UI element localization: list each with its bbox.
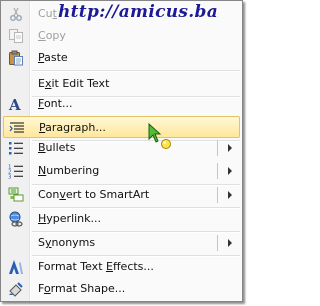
menu-separator	[32, 70, 240, 72]
hyperlink-icon	[8, 211, 24, 227]
menu-item-label: Hyperlink...	[38, 212, 102, 225]
menu-item-format-shape[interactable]: Format Shape...	[3, 278, 240, 300]
smartart-icon	[8, 187, 24, 203]
submenu-arrow-icon[interactable]	[228, 239, 232, 247]
bullets-icon	[8, 140, 24, 156]
menu-item-format-text-effects[interactable]: Format Text Effects...	[3, 256, 240, 278]
menu-item-hyperlink[interactable]: Hyperlink...	[3, 208, 240, 230]
mouse-pointer-icon	[146, 122, 176, 150]
paragraph-icon	[9, 120, 25, 136]
text-effects-icon	[8, 259, 24, 275]
menu-item-label: Cut	[38, 7, 57, 20]
copy-icon	[8, 28, 24, 44]
menu-item-label: Exit Edit Text	[38, 77, 110, 90]
submenu-arrow-icon[interactable]	[228, 191, 232, 199]
menu-item-label: Paragraph...	[39, 121, 106, 134]
submenu-divider	[217, 163, 218, 179]
menu-item-label: Font...	[38, 97, 73, 110]
menu-item-label: Copy	[38, 29, 66, 42]
menu-item-paragraph[interactable]: Paragraph...	[3, 116, 240, 138]
menu-item-convert-to-smartart[interactable]: Convert to SmartArt	[3, 184, 240, 206]
menu-item-label: Synonyms	[38, 236, 96, 249]
scissors-icon	[8, 6, 24, 22]
font-icon: A	[8, 96, 24, 114]
watermark-text: http://amicus.ba	[58, 2, 219, 22]
menu-item-label: Paste	[38, 51, 68, 64]
menu-item-paste[interactable]: Paste	[3, 47, 240, 69]
submenu-divider	[217, 140, 218, 156]
menu-item-label: Bullets	[38, 141, 76, 154]
format-shape-icon	[8, 281, 24, 297]
menu-item-copy[interactable]: Copy	[3, 25, 240, 47]
svg-text:3: 3	[8, 175, 12, 180]
menu-item-font[interactable]: A Font...	[3, 93, 240, 115]
menu-item-label: Format Text Effects...	[38, 260, 154, 273]
submenu-arrow-icon[interactable]	[228, 167, 232, 175]
menu-item-label: Format Shape...	[38, 282, 126, 295]
context-menu: Cut Copy Paste Exit Edit Text A Font... …	[0, 0, 243, 302]
menu-item-synonyms[interactable]: Synonyms	[3, 232, 240, 254]
numbering-icon: 1 2 3	[8, 163, 24, 181]
menu-item-numbering[interactable]: 1 2 3 Numbering	[3, 160, 240, 182]
menu-item-label: Convert to SmartArt	[38, 188, 150, 201]
submenu-arrow-icon[interactable]	[228, 144, 232, 152]
menu-item-label: Numbering	[38, 164, 100, 177]
submenu-divider	[217, 235, 218, 251]
submenu-divider	[217, 187, 218, 203]
paste-icon	[8, 50, 24, 66]
menu-item-exit-edit-text[interactable]: Exit Edit Text	[3, 73, 240, 95]
svg-text:A: A	[8, 96, 21, 112]
menu-item-bullets[interactable]: Bullets	[3, 137, 240, 159]
